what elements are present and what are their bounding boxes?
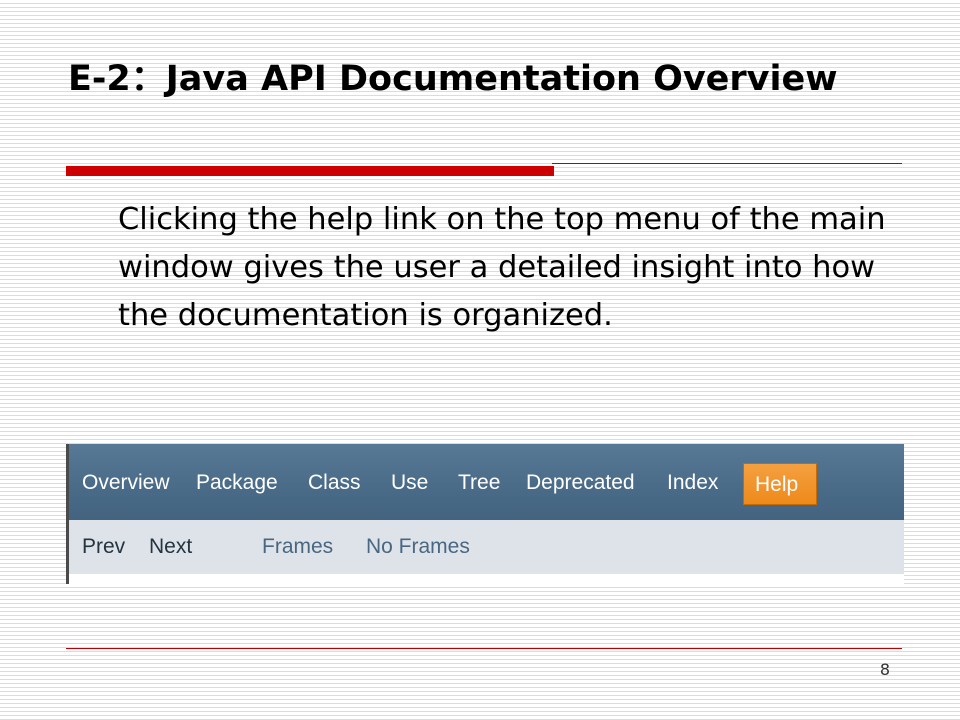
nav-deprecated-link[interactable]: Deprecated [526, 470, 635, 496]
sub-nav-prev: Prev [82, 535, 126, 558]
nav-index-link[interactable]: Index [667, 470, 718, 496]
sub-nav-no-frames-link[interactable]: No Frames [366, 534, 470, 560]
slide-body-text: Clicking the help link on the top menu o… [118, 202, 886, 333]
nav-help-button[interactable]: Help [743, 463, 817, 505]
footer-rule [66, 648, 902, 649]
title-underline-thick [66, 166, 554, 176]
javadoc-top-nav: Overview Package Class Use Tree Deprecat… [69, 444, 904, 520]
sub-nav-next: Next [149, 535, 193, 558]
title-underline-thin [552, 163, 902, 164]
sub-nav-frames-link[interactable]: Frames [262, 534, 333, 560]
page-number: 8 [879, 660, 890, 679]
slide: E-2：Java API Documentation Overview Clic… [0, 0, 960, 720]
slide-title: E-2：Java API Documentation Overview [68, 59, 838, 99]
javadoc-navbar-screenshot: Overview Package Class Use Tree Deprecat… [66, 444, 904, 584]
javadoc-sub-nav: Prev Next Frames No Frames [69, 520, 904, 574]
nav-use-link[interactable]: Use [391, 470, 428, 496]
nav-package-link[interactable]: Package [196, 470, 278, 496]
nav-help-label: Help [755, 473, 799, 496]
nav-class-link[interactable]: Class [308, 470, 361, 496]
nav-overview-link[interactable]: Overview [82, 470, 170, 496]
nav-tree-link[interactable]: Tree [458, 470, 500, 496]
